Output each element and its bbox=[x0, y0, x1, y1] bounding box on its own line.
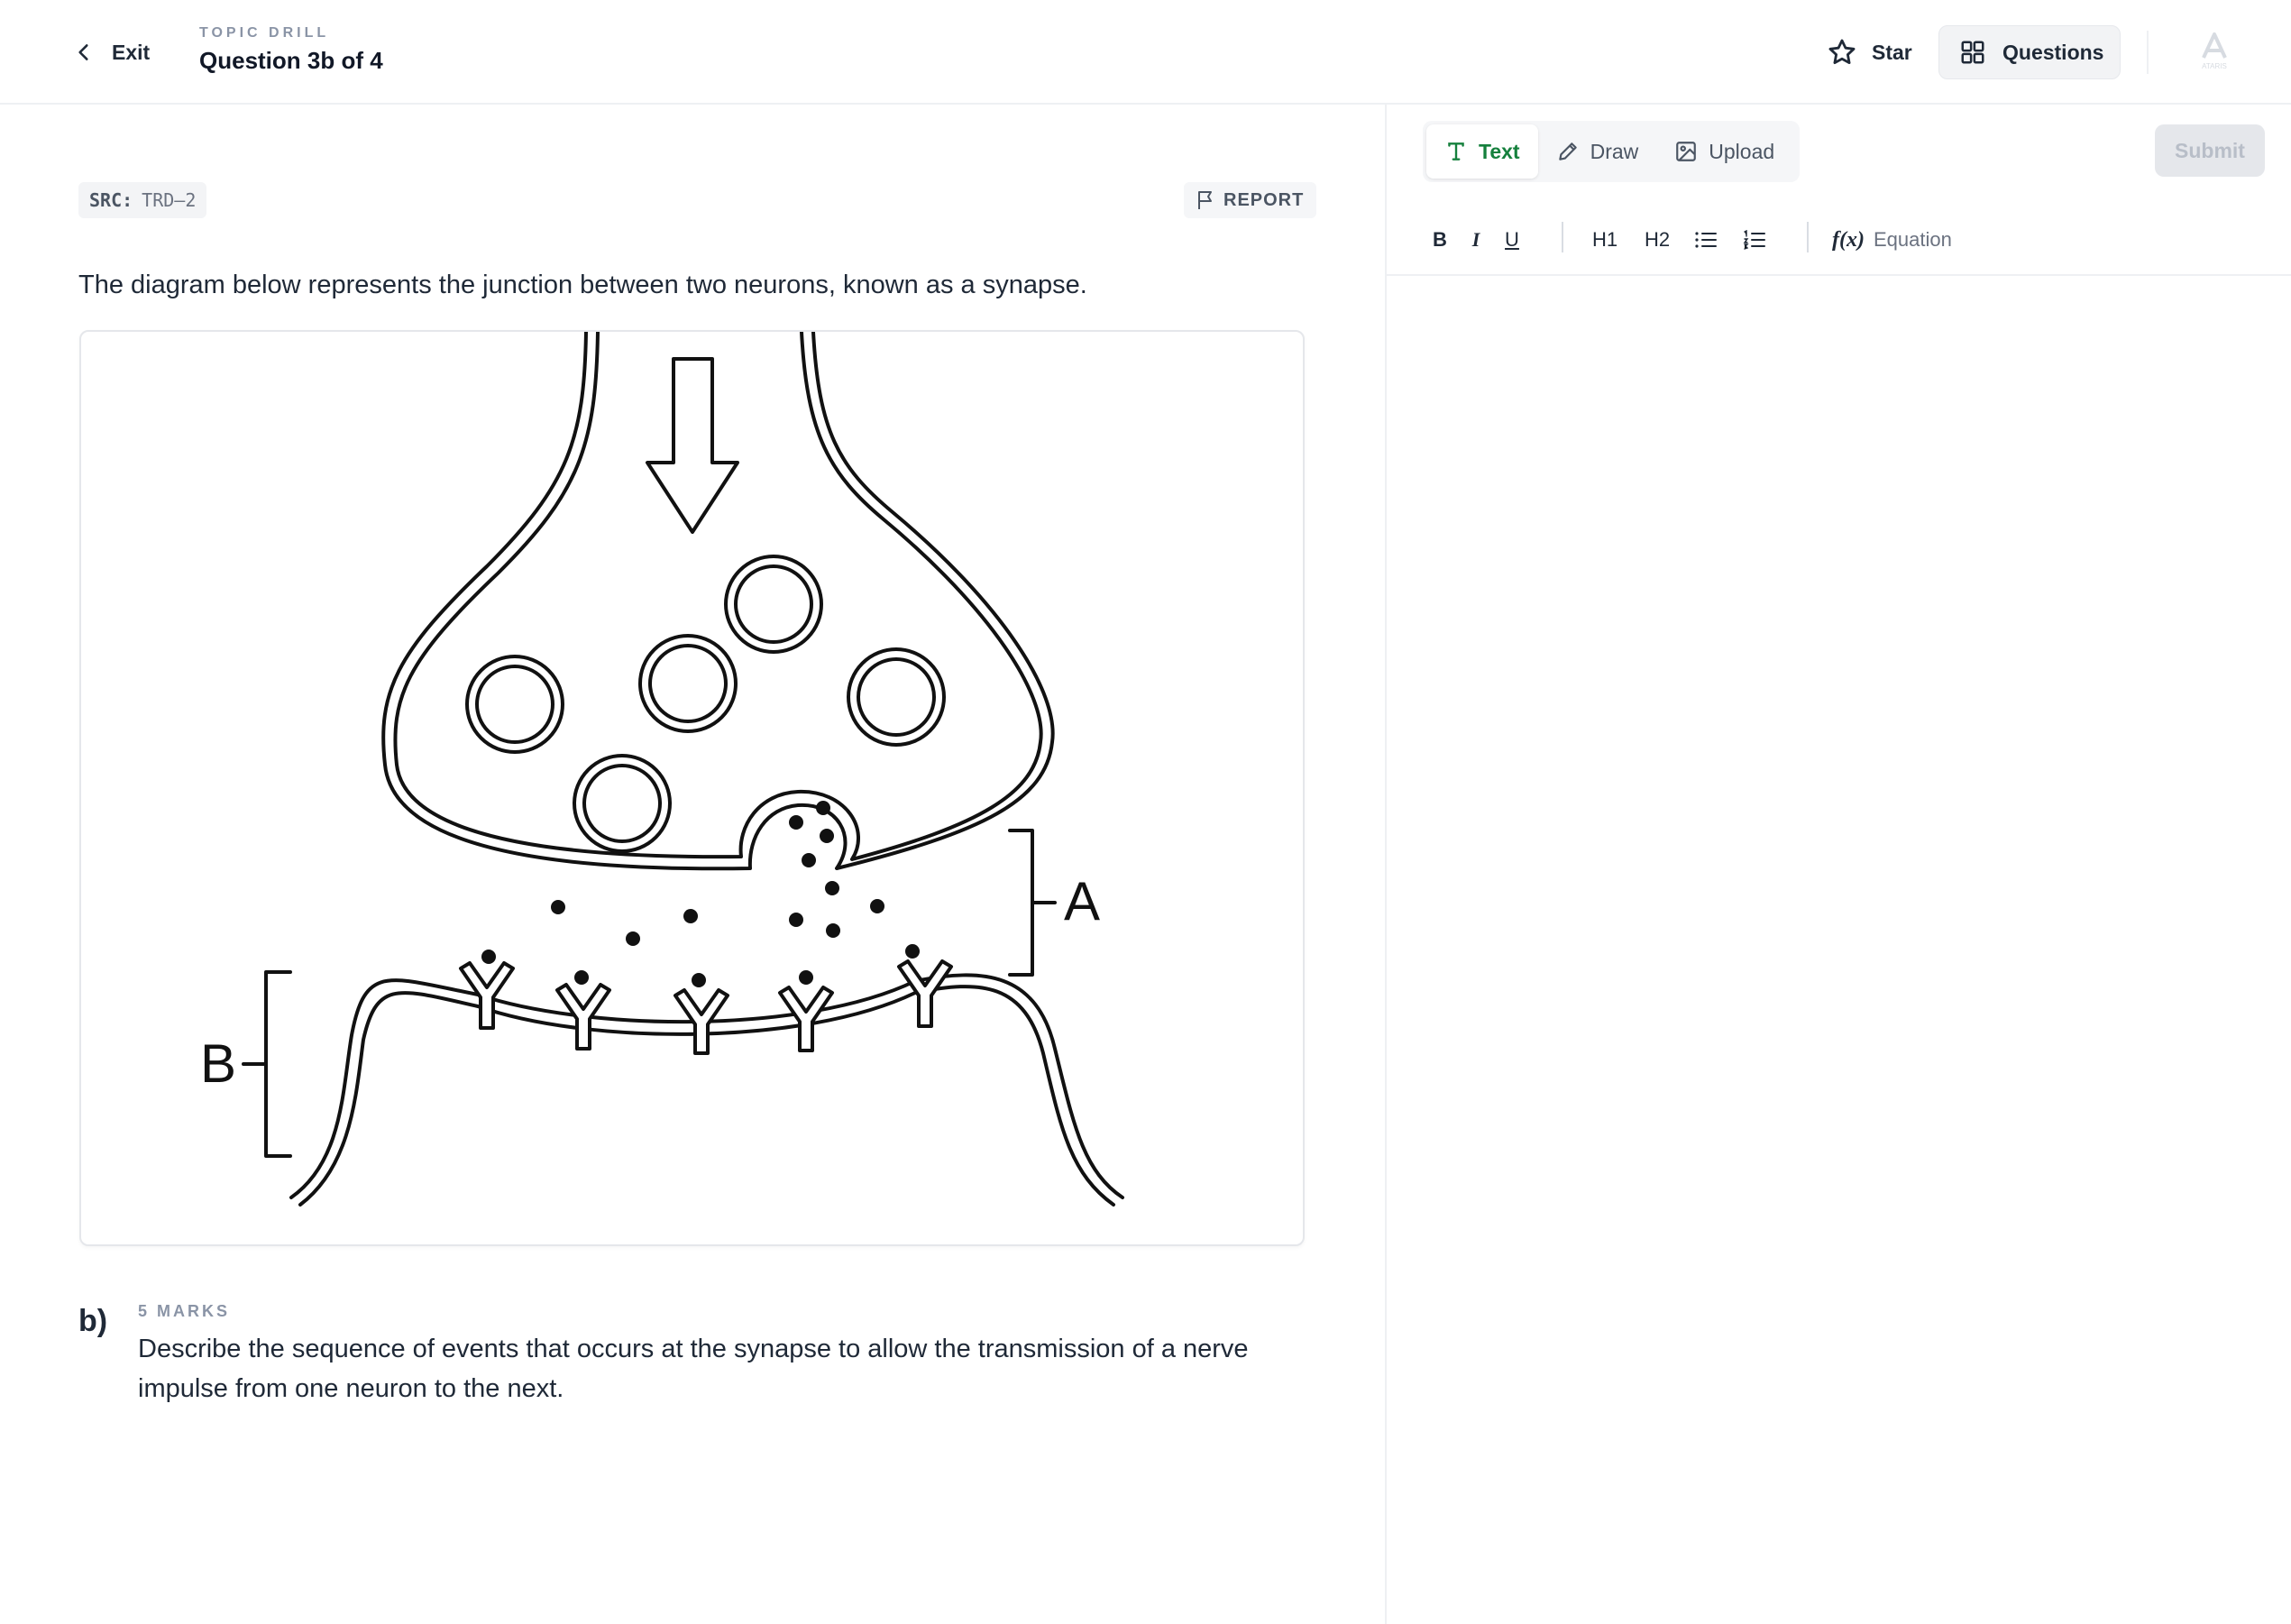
equation-label: Equation bbox=[1873, 228, 1952, 251]
tab-text[interactable]: Text bbox=[1426, 124, 1538, 179]
question-pane: SRC: TRD–2 REPORT The diagram below repr… bbox=[0, 105, 1385, 1624]
breadcrumb: TOPIC DRILL Question 3b of 4 bbox=[199, 25, 383, 75]
svg-text:ATARIS: ATARIS bbox=[2202, 62, 2227, 70]
heading2-button[interactable]: H2 bbox=[1639, 222, 1675, 258]
tab-upload-label: Upload bbox=[1709, 139, 1775, 163]
bullet-list-button[interactable] bbox=[1691, 222, 1720, 258]
toolbar-separator bbox=[1807, 222, 1809, 252]
pencil-icon bbox=[1558, 142, 1577, 161]
presynaptic-membrane bbox=[381, 332, 1055, 871]
tab-draw[interactable]: Draw bbox=[1538, 124, 1657, 179]
exit-label: Exit bbox=[112, 40, 151, 64]
report-button[interactable]: REPORT bbox=[1184, 182, 1317, 218]
bullet-list-icon bbox=[1695, 232, 1717, 248]
image-icon bbox=[1676, 142, 1697, 161]
answer-pane: Text Draw Upload Submit B I U H1 H2 f(x)… bbox=[1387, 105, 2291, 1624]
label-b-bracket bbox=[242, 970, 292, 1158]
star-label: Star bbox=[1872, 40, 1912, 64]
direction-arrow bbox=[646, 357, 739, 534]
label-a-bracket bbox=[1008, 829, 1057, 977]
brand-logo: ATARIS bbox=[2191, 31, 2238, 72]
page-title: Question 3b of 4 bbox=[199, 47, 383, 74]
numbered-list-button[interactable] bbox=[1740, 222, 1769, 258]
synapse-diagram: A B bbox=[79, 330, 1305, 1246]
numbered-list-icon bbox=[1743, 230, 1765, 250]
bold-button[interactable]: B bbox=[1426, 222, 1453, 258]
label-a: A bbox=[1064, 871, 1100, 931]
tab-text-label: Text bbox=[1479, 139, 1520, 163]
flag-icon bbox=[1198, 191, 1212, 209]
question-intro: The diagram below represents the junctio… bbox=[78, 271, 1087, 299]
questions-label: Questions bbox=[2002, 40, 2104, 64]
function-icon: f(x) bbox=[1832, 227, 1865, 252]
submit-button[interactable]: Submit bbox=[2155, 124, 2265, 177]
report-label: REPORT bbox=[1223, 189, 1305, 210]
tab-draw-label: Draw bbox=[1590, 139, 1639, 163]
question-part-label: b) bbox=[78, 1304, 108, 1338]
source-value: TRD–2 bbox=[142, 189, 197, 211]
drill-type-label: TOPIC DRILL bbox=[199, 25, 330, 41]
marks-badge: 5 MARKS bbox=[138, 1302, 231, 1320]
label-b: B bbox=[200, 1033, 236, 1094]
divider bbox=[2147, 31, 2149, 74]
star-button[interactable]: Star bbox=[1812, 27, 1927, 78]
italic-button[interactable]: I bbox=[1464, 222, 1488, 258]
grid-icon bbox=[1961, 41, 1984, 64]
answer-mode-tabs: Text Draw Upload bbox=[1423, 121, 1800, 182]
top-bar: Exit TOPIC DRILL Question 3b of 4 Star Q… bbox=[0, 0, 2291, 105]
neurotransmitter-dots bbox=[481, 801, 920, 987]
questions-button[interactable]: Questions bbox=[1938, 25, 2121, 79]
heading1-button[interactable]: H1 bbox=[1587, 222, 1623, 258]
toolbar-separator bbox=[1562, 222, 1563, 252]
question-text: Describe the sequence of events that occ… bbox=[138, 1335, 1249, 1403]
equation-button[interactable]: f(x) Equation bbox=[1832, 222, 1952, 258]
star-icon bbox=[1828, 39, 1856, 65]
synaptic-vesicles bbox=[465, 555, 946, 853]
chevron-left-icon bbox=[78, 44, 88, 60]
source-key: SRC: bbox=[89, 189, 133, 211]
editor-toolbar: B I U H1 H2 f(x) Equation bbox=[1387, 204, 2291, 276]
answer-editor[interactable] bbox=[1387, 278, 2291, 1624]
text-icon bbox=[1448, 142, 1464, 161]
tab-upload[interactable]: Upload bbox=[1656, 124, 1792, 179]
source-tag: SRC: TRD–2 bbox=[78, 182, 207, 218]
underline-button[interactable]: U bbox=[1498, 222, 1526, 258]
exit-button[interactable]: Exit bbox=[72, 32, 150, 72]
